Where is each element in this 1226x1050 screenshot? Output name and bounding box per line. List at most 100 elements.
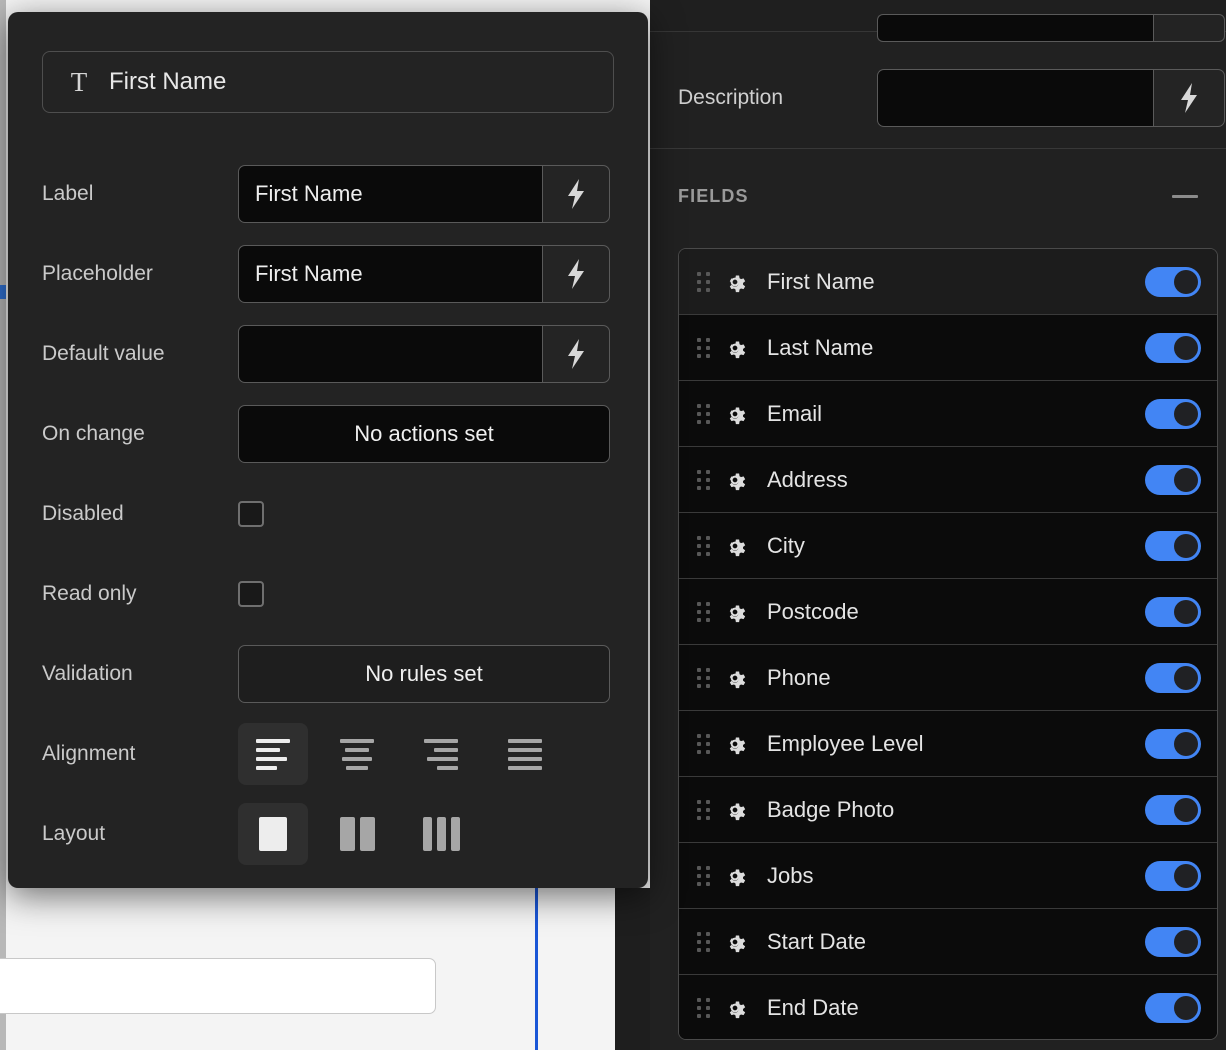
placeholder-input[interactable]: First Name — [238, 245, 542, 303]
minus-icon[interactable] — [1172, 194, 1198, 198]
field-settings-gear-button[interactable] — [713, 995, 757, 1021]
label-field-combo: First Name — [238, 165, 610, 223]
field-row-label: City — [767, 532, 805, 558]
canvas-resize-divider[interactable] — [535, 888, 538, 1050]
drag-handle-icon[interactable] — [697, 666, 713, 690]
field-enabled-toggle[interactable] — [1145, 926, 1201, 957]
modal-header-field[interactable]: T First Name — [42, 51, 614, 113]
field-settings-gear-button[interactable] — [713, 929, 757, 955]
field-row[interactable]: Address — [679, 447, 1217, 513]
field-settings-gear-button[interactable] — [713, 401, 757, 427]
fields-section-header: FIELDS — [650, 172, 1226, 220]
field-settings-gear-button[interactable] — [713, 335, 757, 361]
field-row[interactable]: City — [679, 513, 1217, 579]
field-row[interactable]: Last Name — [679, 315, 1217, 381]
field-row[interactable]: Employee Level — [679, 711, 1217, 777]
field-settings-gear-button[interactable] — [713, 269, 757, 295]
field-settings-modal: T First Name Label First Name Placeholde… — [8, 12, 648, 888]
field-settings-gear-button[interactable] — [713, 467, 757, 493]
placeholder-row-label: Placeholder — [42, 262, 153, 285]
layout-row-label: Layout — [42, 822, 106, 845]
field-row[interactable]: Phone — [679, 645, 1217, 711]
default-value-input[interactable] — [238, 325, 542, 383]
field-settings-gear-button[interactable] — [713, 731, 757, 757]
read-only-checkbox[interactable] — [238, 581, 264, 607]
lightning-bolt-icon — [568, 259, 584, 289]
field-row[interactable]: First Name — [679, 249, 1217, 315]
field-settings-gear-button[interactable] — [713, 863, 757, 889]
field-row[interactable]: Badge Photo — [679, 777, 1217, 843]
on-change-button[interactable]: No actions set — [238, 405, 610, 463]
field-row-label: Postcode — [767, 598, 859, 624]
toggle-knob — [1174, 269, 1198, 294]
drag-handle-icon[interactable] — [697, 798, 713, 822]
field-enabled-toggle[interactable] — [1145, 993, 1201, 1023]
disabled-checkbox[interactable] — [238, 501, 264, 527]
placeholder-field-combo: First Name — [238, 245, 610, 303]
field-enabled-toggle[interactable] — [1145, 398, 1201, 429]
layout-one-column-icon-button[interactable] — [238, 803, 308, 865]
field-settings-gear-button[interactable] — [713, 599, 757, 625]
layout-three-column-icon — [422, 817, 460, 851]
align-left-icon — [256, 738, 290, 770]
field-enabled-toggle[interactable] — [1145, 728, 1201, 759]
field-row-label: Email — [767, 400, 823, 426]
field-enabled-toggle[interactable] — [1145, 332, 1201, 363]
label-input[interactable]: First Name — [238, 165, 542, 223]
text-type-icon: T — [70, 66, 88, 97]
drag-handle-icon[interactable] — [697, 930, 713, 954]
layout-three-column-icon-button[interactable] — [406, 803, 476, 865]
layout-options — [238, 803, 476, 865]
drag-handle-icon[interactable] — [697, 270, 713, 294]
field-enabled-toggle[interactable] — [1145, 794, 1201, 825]
field-row[interactable]: End Date — [679, 975, 1217, 1039]
field-row[interactable]: Start Date — [679, 909, 1217, 975]
read-only-row: Read only — [8, 554, 648, 634]
layout-two-column-icon-button[interactable] — [322, 803, 392, 865]
align-left-icon-button[interactable] — [238, 723, 308, 785]
field-enabled-toggle[interactable] — [1145, 662, 1201, 693]
description-bolt-button[interactable] — [1153, 69, 1225, 127]
field-row[interactable]: Email — [679, 381, 1217, 447]
label-bolt-button[interactable] — [542, 165, 610, 223]
field-enabled-toggle[interactable] — [1145, 860, 1201, 891]
field-settings-gear-button[interactable] — [713, 533, 757, 559]
field-enabled-toggle[interactable] — [1145, 266, 1201, 297]
gear-icon — [729, 473, 746, 490]
default-value-bolt-button[interactable] — [542, 325, 610, 383]
clipped-field-bolt-button[interactable] — [1153, 14, 1225, 42]
drag-handle-icon[interactable] — [697, 402, 713, 426]
gear-icon — [729, 275, 746, 292]
placeholder-row: Placeholder First Name — [8, 234, 648, 314]
fields-section-title: FIELDS — [678, 185, 749, 206]
description-input[interactable] — [877, 69, 1153, 127]
field-settings-gear-button[interactable] — [713, 665, 757, 691]
field-enabled-toggle[interactable] — [1145, 596, 1201, 627]
field-row[interactable]: Jobs — [679, 843, 1217, 909]
canvas-form-input[interactable] — [0, 958, 436, 1014]
description-field-combo — [877, 69, 1225, 127]
validation-button[interactable]: No rules set — [238, 645, 610, 703]
align-justify-icon-button[interactable] — [490, 723, 560, 785]
align-right-icon-button[interactable] — [406, 723, 476, 785]
drag-handle-icon[interactable] — [697, 600, 713, 624]
field-enabled-toggle[interactable] — [1145, 530, 1201, 561]
toggle-knob — [1174, 797, 1198, 822]
toggle-knob — [1174, 996, 1198, 1020]
drag-handle-icon[interactable] — [697, 468, 713, 492]
clipped-field-input[interactable] — [877, 14, 1153, 42]
align-center-icon-button[interactable] — [322, 723, 392, 785]
field-enabled-toggle[interactable] — [1145, 464, 1201, 495]
field-row-label: Phone — [767, 664, 831, 690]
field-row[interactable]: Postcode — [679, 579, 1217, 645]
drag-handle-icon[interactable] — [697, 732, 713, 756]
default-value-row-label: Default value — [42, 342, 165, 365]
drag-handle-icon[interactable] — [697, 336, 713, 360]
field-settings-gear-button[interactable] — [713, 797, 757, 823]
validation-row-label: Validation — [42, 662, 133, 685]
drag-handle-icon[interactable] — [697, 996, 713, 1020]
drag-handle-icon[interactable] — [697, 534, 713, 558]
lightning-bolt-icon — [568, 339, 584, 369]
drag-handle-icon[interactable] — [697, 864, 713, 888]
placeholder-bolt-button[interactable] — [542, 245, 610, 303]
